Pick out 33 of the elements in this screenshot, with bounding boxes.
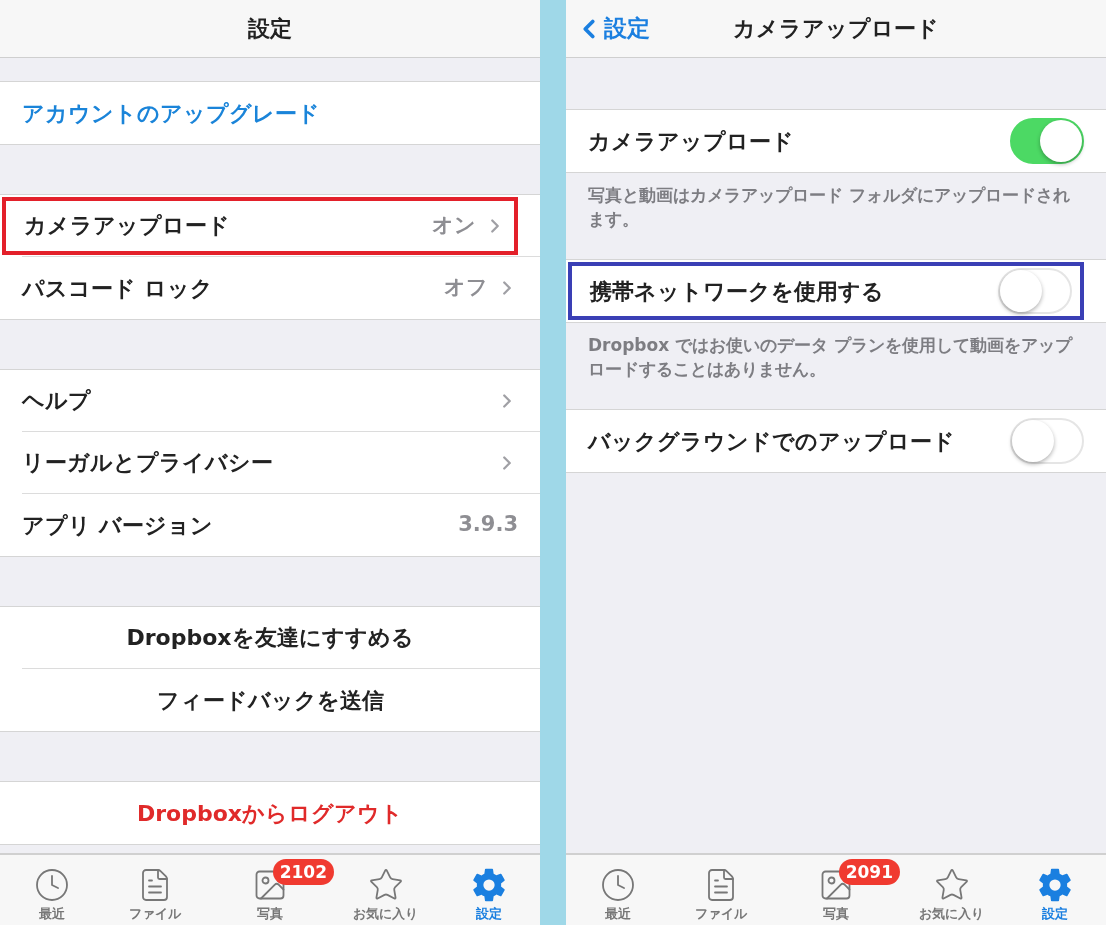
clock-icon <box>599 867 636 903</box>
tab-item[interactable]: ファイル <box>124 857 185 925</box>
tab-item[interactable]: 写真 2091 <box>772 857 900 925</box>
nav-title: 設定 <box>248 15 292 43</box>
row-value: オン <box>432 211 476 239</box>
toggle-switch[interactable] <box>1010 118 1084 164</box>
tab-item[interactable]: お気に入り <box>915 857 988 925</box>
settings-icon <box>470 867 507 903</box>
tab-item[interactable]: 最近 <box>595 857 640 925</box>
row-label: 携帯ネットワークを使用する <box>590 277 884 306</box>
clock-icon <box>33 867 70 903</box>
row-label: カメラアップロード <box>24 212 230 240</box>
tab-item[interactable]: 設定 <box>1032 857 1077 925</box>
tab-item[interactable]: 写真 2102 <box>206 857 334 925</box>
row-label: ヘルプ <box>22 387 91 415</box>
row-label: パスコード ロック <box>22 274 213 303</box>
count-badge: 2091 <box>838 859 900 885</box>
back-button[interactable]: 設定 <box>574 11 650 46</box>
section-footer: 写真と動画はカメラアップロード フォルダにアップロードされます。 <box>566 173 1106 259</box>
row-value: オフ <box>444 274 488 302</box>
row-label: カメラアップロード <box>588 127 794 156</box>
count-badge: 2102 <box>272 859 334 885</box>
tab-item[interactable]: お気に入り <box>349 857 422 925</box>
nav-title: カメラアップロード <box>733 15 939 43</box>
row-label: アプリ バージョン <box>22 511 213 540</box>
tab-item[interactable]: 設定 <box>466 857 511 925</box>
row-label: バックグラウンドでのアップロード <box>588 427 955 456</box>
row-label: リーガルとプライバシー <box>22 449 273 477</box>
tab-item[interactable]: ファイル <box>690 857 751 925</box>
settings-icon <box>1036 867 1073 903</box>
row-value: 3.9.3 <box>458 511 518 539</box>
tab-item[interactable]: 最近 <box>29 857 74 925</box>
section-footer: Dropbox ではお使いのデータ プランを使用して動画をアップロードすることはありません。 <box>566 323 1106 409</box>
